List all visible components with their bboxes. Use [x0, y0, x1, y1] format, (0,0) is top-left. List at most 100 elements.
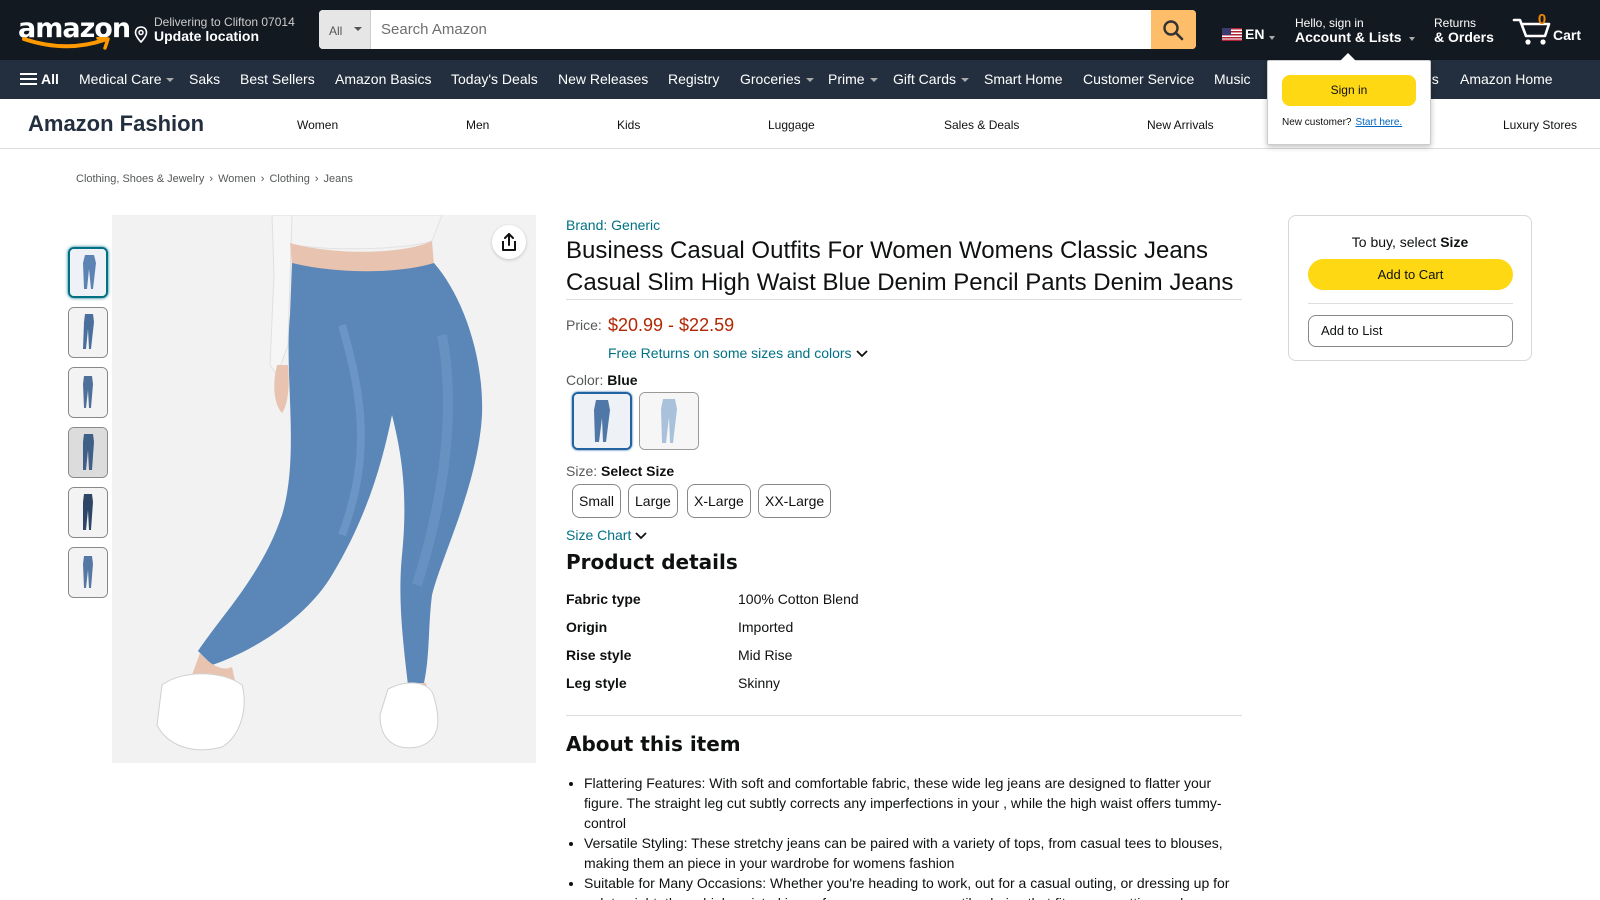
subnav-label: Prime — [828, 71, 865, 87]
jeans-thumbnail-image — [69, 368, 107, 417]
jeans-thumbnail-image — [69, 488, 107, 537]
amazon-fashion-logo[interactable]: Amazon Fashion — [28, 111, 204, 137]
sign-in-button[interactable]: Sign in — [1282, 75, 1416, 106]
breadcrumb-item[interactable]: Clothing — [269, 173, 309, 185]
brand-link[interactable]: Brand: Generic — [566, 217, 660, 233]
product-title: Business Casual Outfits For Women Womens… — [566, 237, 1234, 296]
jeans-thumbnail-image — [69, 308, 107, 357]
thumbnail-3[interactable] — [68, 367, 108, 418]
jeans-product-image — [112, 215, 536, 763]
search-icon — [1163, 20, 1184, 41]
account-lists-text: Account & Lists — [1295, 29, 1402, 45]
size-chart-link[interactable]: Size Chart — [566, 527, 648, 543]
thumbnail-2[interactable] — [68, 307, 108, 358]
main-product-image[interactable] — [112, 215, 536, 763]
add-to-list-button[interactable]: Add to List — [1308, 315, 1513, 347]
new-customer-text: New customer? Start here. — [1282, 117, 1402, 128]
fashion-nav-luggage[interactable]: Luggage — [768, 118, 815, 132]
thumbnail-6[interactable] — [68, 547, 108, 598]
jeans-thumbnail-image — [69, 428, 107, 477]
breadcrumb-item[interactable]: Clothing, Shoes & Jewelry — [76, 173, 204, 185]
subnav-item-customer-service[interactable]: Customer Service — [1083, 60, 1194, 99]
fashion-nav-luxury-stores[interactable]: Luxury Stores — [1503, 118, 1577, 132]
size-option-x-large[interactable]: X-Large — [687, 484, 751, 518]
subnav-item-amazon-basics[interactable]: Amazon Basics — [335, 60, 431, 99]
search-input[interactable] — [371, 10, 1151, 49]
top-navigation: amazon Delivering to Clifton 07014 Updat… — [0, 0, 1600, 60]
subnav-item-todays-deals[interactable]: Today's Deals — [451, 60, 538, 99]
chevron-down-icon — [1269, 36, 1275, 40]
fashion-nav-kids[interactable]: Kids — [617, 118, 640, 132]
chevron-down-icon — [869, 78, 878, 83]
hello-sign-in-text: Hello, sign in — [1295, 16, 1364, 30]
to-buy-text: To buy, select Size — [1289, 234, 1531, 250]
size-option-large[interactable]: Large — [628, 484, 678, 518]
divider — [566, 299, 1242, 300]
subnav-label: Registry — [668, 71, 720, 87]
fashion-nav-sales-deals[interactable]: Sales & Deals — [944, 118, 1019, 132]
search-category-dropdown[interactable]: All — [319, 10, 371, 49]
thumbnail-1[interactable] — [68, 247, 108, 298]
divider — [1308, 303, 1513, 304]
share-button[interactable] — [492, 225, 526, 259]
subnav-item-new-releases[interactable]: New Releases — [558, 60, 648, 99]
new-customer-label: New customer? — [1282, 117, 1352, 128]
start-here-link[interactable]: Start here. — [1355, 117, 1402, 128]
subnav-item-medical-care[interactable]: Medical Care — [79, 60, 175, 99]
size-option-small[interactable]: Small — [572, 484, 622, 518]
search-category-label: All — [329, 24, 343, 38]
language-selector[interactable]: EN — [1222, 26, 1277, 46]
price-label: Price: — [566, 317, 602, 333]
detail-label: Rise style — [566, 647, 632, 663]
size-label: Size: Select Size — [566, 463, 674, 479]
to-buy-label: To buy, select — [1351, 234, 1437, 250]
subnav-item-registry[interactable]: Registry — [668, 60, 719, 99]
amazon-logo[interactable]: amazon — [18, 14, 131, 52]
sign-in-popover: Sign in New customer? Start here. — [1267, 53, 1431, 145]
cart-button[interactable]: 0 Cart — [1512, 8, 1592, 48]
size-option-xx-large[interactable]: XX-Large — [758, 484, 832, 518]
fashion-nav-new-arrivals[interactable]: New Arrivals — [1147, 118, 1214, 132]
search-button[interactable] — [1151, 10, 1196, 49]
returns-text: Returns — [1434, 16, 1477, 30]
subnav-item-gift-cards[interactable]: Gift Cards — [893, 60, 970, 99]
about-bullets: Flattering Features: With soft and comfo… — [584, 773, 1234, 900]
size-chart-text: Size Chart — [566, 527, 632, 543]
fashion-nav-men[interactable]: Men — [466, 118, 489, 132]
detail-label: Fabric type — [566, 591, 641, 607]
thumbnail-4[interactable] — [68, 427, 108, 478]
subnav-item-groceries[interactable]: Groceries — [740, 60, 814, 99]
color-value: Blue — [607, 372, 638, 388]
breadcrumb-item[interactable]: Jeans — [323, 173, 352, 185]
account-and-lists[interactable]: Hello, sign in Account & Lists — [1295, 14, 1420, 48]
thumbnail-5[interactable] — [68, 487, 108, 538]
detail-value: Skinny — [738, 675, 781, 691]
subnav-item-amazon-home[interactable]: Amazon Home — [1460, 60, 1553, 99]
subnav-item-best-sellers[interactable]: Best Sellers — [240, 60, 315, 99]
update-location-text: Update location — [154, 28, 260, 44]
price-range: $20.99 - $22.59 — [608, 315, 735, 335]
chevron-down-icon — [805, 78, 814, 83]
subnav-item-music[interactable]: Music — [1214, 60, 1251, 99]
returns-and-orders[interactable]: Returns & Orders — [1434, 14, 1504, 48]
to-buy-size: Size — [1440, 234, 1469, 250]
subnav-label: Gift Cards — [893, 71, 957, 87]
subnav-item-prime[interactable]: Prime — [828, 60, 878, 99]
add-to-cart-button[interactable]: Add to Cart — [1308, 259, 1513, 290]
logo-smile-icon — [22, 37, 110, 50]
breadcrumb-item[interactable]: Women — [218, 173, 256, 185]
subnav-item-smart-home[interactable]: Smart Home — [984, 60, 1063, 99]
bullet-item: Suitable for Many Occasions: Whether you… — [584, 873, 1234, 900]
breadcrumb-separator: › — [209, 173, 214, 185]
color-swatch-blue[interactable] — [572, 392, 632, 450]
jeans-swatch-image — [640, 393, 698, 449]
subnav-item-saks[interactable]: Saks — [189, 60, 220, 99]
product-details-heading: Product details — [566, 550, 738, 574]
color-swatch-light-blue[interactable] — [639, 392, 699, 450]
fashion-nav-women[interactable]: Women — [297, 118, 338, 132]
free-returns-link[interactable]: Free Returns on some sizes and colors — [608, 345, 869, 361]
buy-box: To buy, select Size Add to Cart Add to L… — [1288, 215, 1532, 361]
bullet-item: Versatile Styling: These stretchy jeans … — [584, 833, 1234, 873]
hamburger-menu-icon — [20, 73, 37, 85]
size-value: Select Size — [601, 463, 675, 479]
